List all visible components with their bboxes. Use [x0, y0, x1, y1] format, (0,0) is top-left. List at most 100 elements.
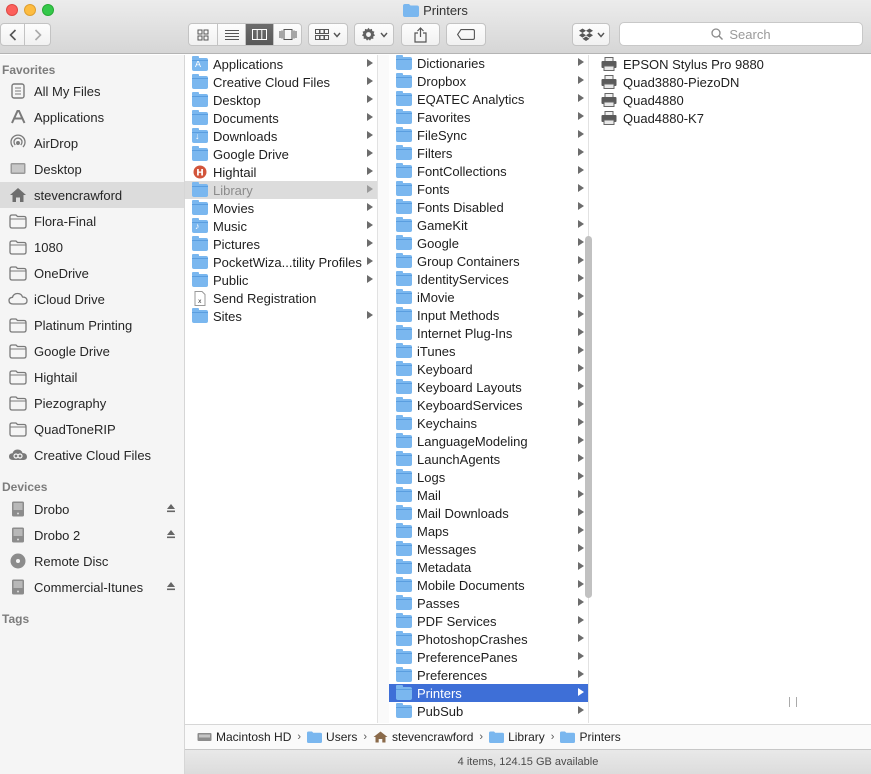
search-field[interactable]: Search — [619, 22, 863, 46]
arrange-menu-button[interactable] — [308, 23, 348, 46]
list-item[interactable]: Fonts — [389, 180, 588, 198]
cover-flow-view-button[interactable] — [273, 24, 301, 45]
sidebar-item-1080[interactable]: 1080 — [0, 234, 184, 260]
chevron-down-icon — [379, 32, 388, 38]
list-item[interactable]: Sites — [185, 307, 377, 325]
list-item[interactable]: Keychains — [389, 414, 588, 432]
list-item[interactable]: Input Methods — [389, 306, 588, 324]
sidebar-item-icloud-drive[interactable]: iCloud Drive — [0, 286, 184, 312]
list-item[interactable]: Mail Downloads — [389, 504, 588, 522]
sidebar-item-drobo[interactable]: Drobo — [0, 496, 184, 522]
list-item[interactable]: Quad4880 — [597, 91, 871, 109]
edit-tags-button[interactable] — [446, 23, 486, 46]
sidebar-item-remote-disc[interactable]: Remote Disc — [0, 548, 184, 574]
sidebar-item-drobo-2[interactable]: Drobo 2 — [0, 522, 184, 548]
list-item[interactable]: Metadata — [389, 558, 588, 576]
sidebar-item-google-drive[interactable]: Google Drive — [0, 338, 184, 364]
list-item[interactable]: ♪ Music — [185, 217, 377, 235]
list-item[interactable]: PreferencePanes — [389, 648, 588, 666]
list-item[interactable]: x Send Registration — [185, 289, 377, 307]
list-item[interactable]: Group Containers — [389, 252, 588, 270]
list-item[interactable]: Keyboard — [389, 360, 588, 378]
sidebar-item-stevencrawford[interactable]: stevencrawford — [0, 182, 184, 208]
column-divider[interactable] — [378, 55, 389, 723]
list-item[interactable]: Printers — [389, 684, 588, 702]
forward-button[interactable] — [25, 23, 51, 46]
path-crumb[interactable]: Users — [307, 730, 357, 744]
list-item[interactable]: iMovie — [389, 288, 588, 306]
list-item[interactable]: Quad4880-K7 — [597, 109, 871, 127]
sidebar-item-airdrop[interactable]: AirDrop — [0, 130, 184, 156]
icon-view-button[interactable] — [189, 24, 217, 45]
list-item[interactable]: Desktop — [185, 91, 377, 109]
list-item[interactable]: Dropbox — [389, 72, 588, 90]
list-item[interactable]: KeyboardServices — [389, 396, 588, 414]
list-item[interactable]: Preferences — [389, 666, 588, 684]
list-item[interactable]: Fonts Disabled — [389, 198, 588, 216]
sidebar-item-piezography[interactable]: Piezography — [0, 390, 184, 416]
list-item[interactable]: EPSON Stylus Pro 9880 — [597, 55, 871, 73]
list-item[interactable]: Passes — [389, 594, 588, 612]
list-item[interactable]: A Applications — [185, 55, 377, 73]
list-item[interactable]: Keyboard Layouts — [389, 378, 588, 396]
list-item[interactable]: Messages — [389, 540, 588, 558]
list-item[interactable]: PDF Services — [389, 612, 588, 630]
list-item[interactable]: Movies — [185, 199, 377, 217]
list-item[interactable]: FileSync — [389, 126, 588, 144]
list-item[interactable]: Google Drive — [185, 145, 377, 163]
list-item[interactable]: ↓ Downloads — [185, 127, 377, 145]
list-item[interactable]: PhotoshopCrashes — [389, 630, 588, 648]
list-item[interactable]: H Hightail — [185, 163, 377, 181]
path-crumb[interactable]: Library — [489, 730, 545, 744]
list-item[interactable]: Documents — [185, 109, 377, 127]
eject-icon[interactable] — [166, 529, 176, 542]
list-view-button[interactable] — [217, 24, 245, 45]
column-view-button[interactable] — [245, 24, 273, 45]
sidebar-item-desktop[interactable]: Desktop — [0, 156, 184, 182]
sidebar-item-creative-cloud-files[interactable]: Creative Cloud Files — [0, 442, 184, 468]
eject-icon[interactable] — [166, 503, 176, 516]
sidebar-item-hightail[interactable]: Hightail — [0, 364, 184, 390]
list-item[interactable]: Quad3880-PiezoDN — [597, 73, 871, 91]
list-item[interactable]: PocketWiza...tility Profiles — [185, 253, 377, 271]
list-item[interactable]: LanguageModeling — [389, 432, 588, 450]
list-item[interactable]: LaunchAgents — [389, 450, 588, 468]
list-item[interactable]: Creative Cloud Files — [185, 73, 377, 91]
sidebar-item-applications[interactable]: Applications — [0, 104, 184, 130]
list-item[interactable]: iTunes — [389, 342, 588, 360]
list-item[interactable]: PubSub — [389, 702, 588, 720]
list-item[interactable]: Library — [185, 181, 377, 199]
column-resize-handle[interactable] — [789, 697, 797, 707]
sidebar-item-commercial-itunes[interactable]: Commercial-Itunes — [0, 574, 184, 600]
list-item[interactable]: Mobile Documents — [389, 576, 588, 594]
list-item[interactable]: GameKit — [389, 216, 588, 234]
sidebar-item-platinum-printing[interactable]: Platinum Printing — [0, 312, 184, 338]
list-item[interactable]: FontCollections — [389, 162, 588, 180]
list-item[interactable]: EQATEC Analytics — [389, 90, 588, 108]
sidebar-item-label: Commercial-Itunes — [34, 579, 144, 595]
share-button[interactable] — [401, 23, 440, 46]
list-item[interactable]: Filters — [389, 144, 588, 162]
action-menu-button[interactable] — [354, 23, 394, 46]
list-item[interactable]: Dictionaries — [389, 55, 588, 72]
list-item[interactable]: Favorites — [389, 108, 588, 126]
list-item[interactable]: Public — [185, 271, 377, 289]
back-button[interactable] — [0, 23, 25, 46]
sidebar-item-onedrive[interactable]: OneDrive — [0, 260, 184, 286]
path-crumb[interactable]: Printers — [560, 730, 621, 744]
list-item[interactable]: Maps — [389, 522, 588, 540]
dropbox-menu-button[interactable] — [572, 23, 610, 46]
list-item[interactable]: Mail — [389, 486, 588, 504]
list-item[interactable]: Google — [389, 234, 588, 252]
sidebar-item-flora-final[interactable]: Flora-Final — [0, 208, 184, 234]
path-crumb[interactable]: Macintosh HD — [197, 730, 291, 744]
list-item[interactable]: IdentityServices — [389, 270, 588, 288]
list-item[interactable]: Internet Plug-Ins — [389, 324, 588, 342]
column-library-scrollbar[interactable] — [585, 236, 592, 598]
sidebar-item-quadtonerip[interactable]: QuadToneRIP — [0, 416, 184, 442]
list-item[interactable]: Logs — [389, 468, 588, 486]
eject-icon[interactable] — [166, 581, 176, 594]
path-crumb[interactable]: stevencrawford — [373, 730, 473, 744]
list-item[interactable]: Pictures — [185, 235, 377, 253]
sidebar-item-all-my-files[interactable]: All My Files — [0, 78, 184, 104]
